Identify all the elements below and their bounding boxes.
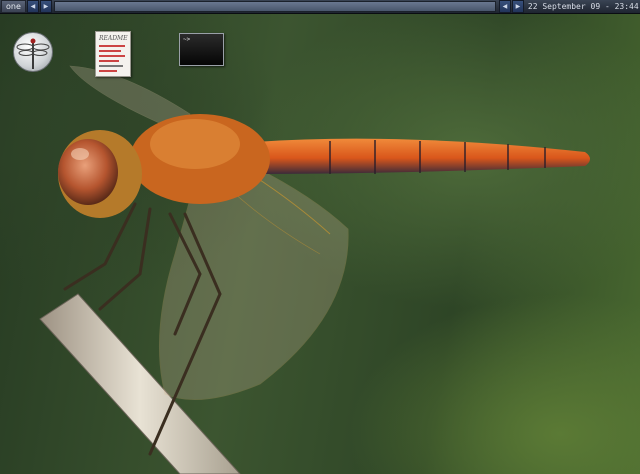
dragonfly-photo	[39, 65, 590, 474]
eye	[58, 139, 118, 205]
desktop-wallpaper[interactable]: README ~>	[0, 14, 640, 474]
dragonfly-app-icon[interactable]	[13, 32, 53, 72]
terminal-icon[interactable]: ~>	[179, 33, 224, 66]
readme-title: README	[99, 35, 128, 42]
clock: 22 September 09 - 23:44	[527, 2, 639, 11]
top-panel: one ◀ ▶ ◀ ▶ 22 September 09 - 23:44	[0, 0, 640, 14]
taskbar[interactable]	[53, 1, 496, 12]
abdomen	[255, 138, 590, 174]
prev-workspace-icon[interactable]: ◀	[26, 0, 39, 13]
terminal-prompt: ~>	[183, 36, 191, 43]
next-task-icon[interactable]: ▶	[511, 0, 524, 13]
next-workspace-icon[interactable]: ▶	[39, 0, 52, 13]
readme-file-icon[interactable]: README	[95, 31, 131, 77]
prev-task-icon[interactable]: ◀	[498, 0, 511, 13]
dragonfly-icon	[16, 38, 50, 69]
workspace-button[interactable]: one	[1, 0, 26, 13]
